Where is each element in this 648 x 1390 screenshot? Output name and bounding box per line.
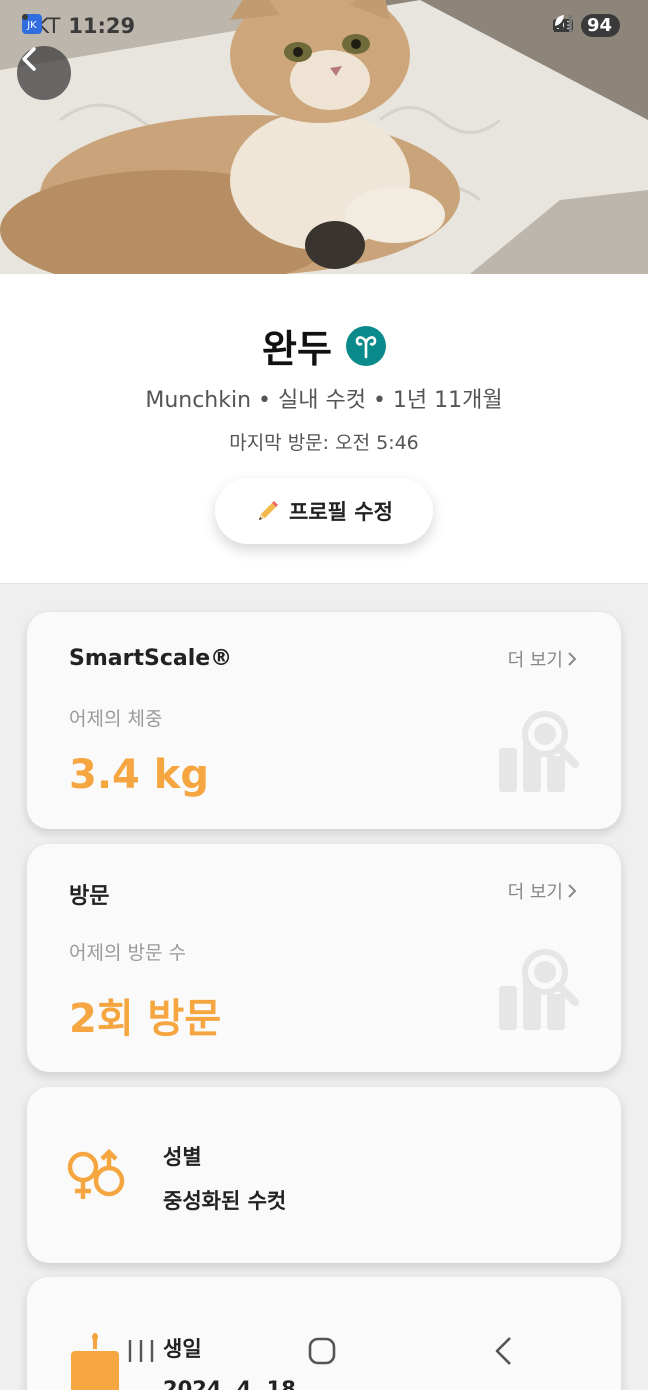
visits-subtitle: 어제의 방문 수 — [69, 942, 186, 964]
visits-title: 방문 — [69, 884, 110, 909]
chevron-right-icon — [568, 652, 577, 666]
edit-profile-label: 프로필 수정 — [289, 500, 393, 524]
smartscale-weight-value: 3.4 kg — [69, 752, 210, 798]
name-row: 완두 — [0, 318, 648, 373]
edit-profile-button[interactable]: 프로필 수정 — [215, 478, 433, 544]
clock-time: 11:29 — [68, 14, 136, 38]
aries-icon — [345, 325, 386, 366]
pet-name: 완두 — [262, 327, 332, 371]
chevron-left-icon — [22, 47, 36, 71]
chart-search-icon — [499, 949, 579, 1030]
gender-label: 성별 — [163, 1145, 202, 1169]
visits-more-link[interactable]: 더 보기 — [508, 878, 577, 904]
recent-apps-icon[interactable] — [126, 1334, 156, 1368]
pet-photo: SKT 11:29 JK 5G 94 — [0, 0, 648, 274]
svg-text:JK: JK — [26, 20, 37, 31]
gender-value: 중성화된 수컷 — [163, 1189, 287, 1213]
pet-meta: Munchkin • 실내 수컷 • 1년 11개월 — [145, 388, 503, 413]
dot-icon — [22, 14, 28, 20]
chart-search-icon — [499, 711, 579, 792]
back-nav-icon[interactable] — [490, 1334, 518, 1368]
battery-level: 94 — [586, 15, 612, 36]
last-visit: 마지막 방문: 오전 5:46 — [229, 432, 419, 454]
visits-card[interactable]: 방문 더 보기 어제의 방문 수 2회 방문 — [27, 844, 621, 1072]
smartscale-card[interactable]: SmartScale® 더 보기 어제의 체중 3.4 kg — [27, 612, 621, 829]
more-label: 더 보기 — [507, 882, 563, 903]
more-label: 더 보기 — [507, 650, 563, 671]
chevron-right-icon — [568, 884, 577, 898]
leaf-icon — [555, 15, 565, 26]
back-button[interactable] — [17, 46, 71, 100]
status-bar: SKT 11:29 JK 5G 94 — [0, 0, 648, 58]
profile-section: 완두 Munchkin • 실내 수컷 • 1년 11개월 마지막 방문: 오전… — [0, 274, 648, 584]
battery-indicator: 94 — [555, 14, 620, 37]
gender-card: 성별 중성화된 수컷 — [27, 1087, 621, 1263]
smartscale-subtitle: 어제의 체중 — [69, 708, 163, 730]
smartscale-title: SmartScale® — [69, 646, 233, 671]
smartscale-more-link[interactable]: 더 보기 — [508, 646, 577, 672]
gender-icon — [67, 1149, 125, 1199]
home-icon[interactable] — [306, 1334, 338, 1368]
system-nav-bar — [0, 1318, 648, 1390]
visits-count-value: 2회 방문 — [69, 996, 222, 1042]
pencil-icon — [259, 501, 279, 520]
